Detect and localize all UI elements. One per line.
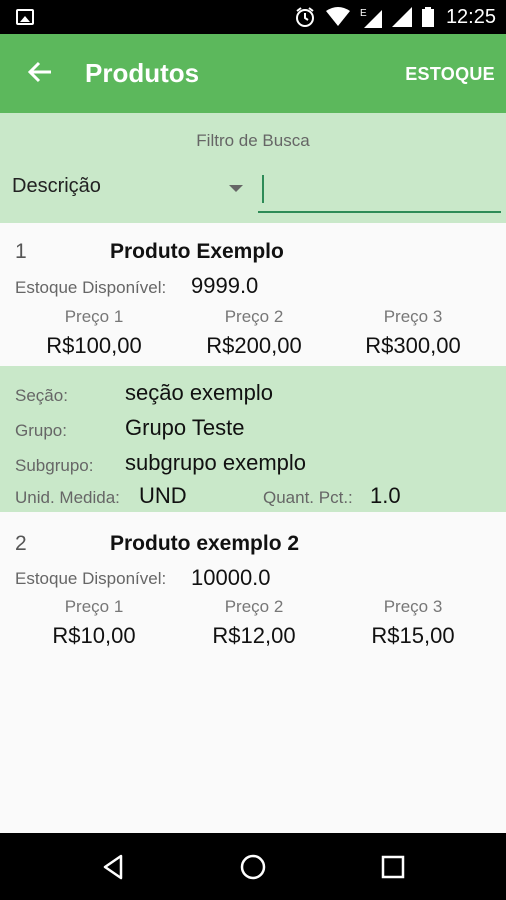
price-label: Preço 3	[383, 597, 443, 616]
grupo-value: Grupo Teste	[125, 415, 245, 440]
quant-pct-label: Quant. Pct.:	[263, 488, 353, 507]
alarm-icon	[295, 7, 314, 27]
search-input[interactable]	[258, 171, 501, 213]
price-label: Preço 1	[64, 597, 124, 616]
battery-icon	[421, 7, 434, 27]
signal-icon	[391, 7, 412, 27]
secao-value: seção exemplo	[125, 380, 273, 405]
price-1: Preço 1 R$10,00	[14, 597, 174, 649]
price-label: Preço 2	[224, 597, 284, 616]
list-item[interactable]: 1 Produto Exemplo Estoque Disponível: 99…	[0, 223, 506, 366]
stock-label: Estoque Disponível:	[15, 278, 167, 297]
list-item[interactable]: 2 Produto exemplo 2 Estoque Disponível: …	[0, 512, 506, 657]
price-label: Preço 2	[224, 307, 284, 326]
nav-home-button[interactable]	[235, 849, 271, 885]
subgrupo-label: Subgrupo:	[15, 456, 94, 475]
unid-medida-label: Unid. Medida:	[15, 488, 120, 507]
price-1: Preço 1 R$100,00	[14, 307, 174, 359]
price-value: R$100,00	[46, 333, 142, 358]
gallery-notification-icon	[16, 9, 34, 25]
page-title: Produtos	[85, 58, 200, 88]
product-name: Produto exemplo 2	[110, 532, 300, 555]
text-cursor	[262, 175, 264, 203]
estoque-button[interactable]: ESTOQUE	[405, 64, 495, 85]
price-value: R$15,00	[371, 623, 455, 648]
grupo-label: Grupo:	[15, 421, 67, 440]
product-details: Seção: seção exemplo Grupo: Grupo Teste …	[0, 366, 506, 512]
signal-e-icon: E	[360, 8, 382, 28]
navigation-bar	[0, 833, 506, 900]
status-bar: E 12:25	[0, 0, 506, 34]
circle-home-icon	[240, 854, 266, 880]
product-index: 1	[15, 240, 27, 263]
status-time: 12:25	[445, 5, 496, 28]
arrow-left-icon	[27, 61, 51, 83]
filter-label: Filtro de Busca	[196, 131, 310, 150]
price-value: R$12,00	[212, 623, 296, 648]
search-filter: Filtro de Busca Descrição	[0, 113, 506, 223]
status-icons: E 12:25	[294, 0, 496, 34]
price-label: Preço 3	[383, 307, 443, 326]
triangle-back-icon	[103, 854, 123, 880]
product-index: 2	[15, 532, 27, 555]
square-recents-icon	[381, 855, 405, 879]
price-value: R$300,00	[365, 333, 461, 358]
price-2: Preço 2 R$200,00	[174, 307, 334, 359]
price-label: Preço 1	[64, 307, 124, 326]
price-value: R$10,00	[52, 623, 136, 648]
stock-value: 10000.0	[191, 565, 271, 590]
secao-label: Seção:	[15, 386, 68, 405]
nav-recents-button[interactable]	[375, 849, 411, 885]
stock-label: Estoque Disponível:	[15, 569, 167, 588]
subgrupo-value: subgrupo exemplo	[125, 450, 307, 475]
unid-medida-value: UND	[139, 483, 187, 508]
dropdown-arrow-icon[interactable]	[229, 185, 243, 192]
quant-pct-value: 1.0	[370, 483, 401, 508]
app-bar: Produtos ESTOQUE	[0, 34, 506, 113]
back-button[interactable]	[22, 54, 58, 90]
price-2: Preço 2 R$12,00	[174, 597, 334, 649]
wifi-icon	[325, 7, 350, 26]
stock-value: 9999.0	[191, 273, 259, 298]
product-name: Produto Exemplo	[110, 240, 284, 263]
svg-text:E: E	[360, 8, 367, 19]
nav-back-button[interactable]	[95, 849, 131, 885]
price-3: Preço 3 R$15,00	[333, 597, 493, 649]
price-value: R$200,00	[206, 333, 302, 358]
price-3: Preço 3 R$300,00	[333, 307, 493, 359]
filter-field-select[interactable]: Descrição	[12, 175, 101, 198]
